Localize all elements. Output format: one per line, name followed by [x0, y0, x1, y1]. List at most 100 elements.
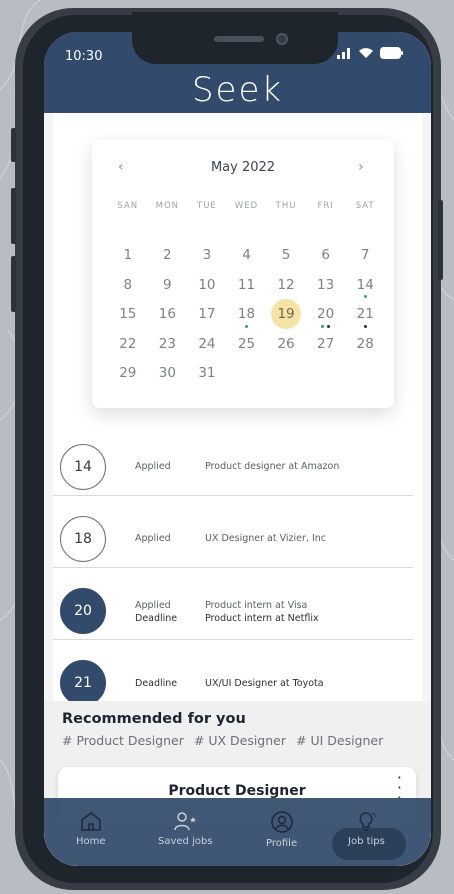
job-card-title: Product Designer: [168, 783, 306, 799]
calendar-day-number: 10: [198, 276, 216, 293]
calendar-day-number: 22: [119, 335, 137, 352]
calendar-day[interactable]: 29: [108, 358, 148, 388]
calendar-day[interactable]: 6: [306, 240, 346, 270]
calendar-day-number: 2: [163, 247, 172, 263]
calendar-day[interactable]: 2: [148, 240, 188, 270]
bottom-nav: Home Saved jobs Profile Job tips: [44, 798, 431, 866]
calendar-day-number: 28: [356, 335, 374, 352]
application-title: Product intern at Visa: [205, 600, 308, 611]
calendar-day[interactable]: 21: [345, 299, 385, 329]
calendar-day-number: 13: [317, 276, 335, 293]
weekday-label: SAT: [355, 201, 375, 211]
battery-icon: [380, 47, 403, 59]
nav-home[interactable]: Home: [76, 810, 106, 847]
weekday-label: FRI: [317, 201, 334, 211]
nav-profile[interactable]: Profile: [266, 810, 297, 849]
weekday-label: WED: [234, 201, 259, 211]
calendar-day[interactable]: 20: [306, 299, 346, 329]
day-circle: 21: [60, 660, 106, 706]
recommended-title: Recommended for you: [62, 711, 246, 727]
calendar-day[interactable]: 3: [187, 240, 227, 270]
lightbulb-icon: [359, 812, 377, 831]
calendar-day[interactable]: 14: [345, 270, 385, 300]
home-icon: [80, 811, 101, 831]
weekday-header: SAN MON TUE WED THU FRI SAT: [108, 201, 385, 211]
application-status: Applied: [135, 533, 171, 544]
calendar-day[interactable]: 4: [227, 240, 267, 270]
calendar-day[interactable]: 24: [187, 329, 227, 359]
calendar-day[interactable]: 27: [306, 329, 346, 359]
calendar-day[interactable]: 13: [306, 270, 346, 300]
calendar-day[interactable]: 1: [108, 240, 148, 270]
weekday-label: SAN: [117, 201, 139, 211]
volume-down-button: [11, 256, 16, 312]
power-button: [438, 200, 443, 280]
calendar-day[interactable]: 28: [345, 329, 385, 359]
calendar-day[interactable]: 11: [227, 270, 267, 300]
nav-label: Profile: [266, 838, 298, 849]
application-status: Applied: [135, 600, 171, 611]
calendar-day[interactable]: 18: [227, 299, 267, 329]
calendar-day[interactable]: 8: [108, 270, 148, 300]
event-dot: [363, 295, 367, 298]
calendar-day-number: 19: [271, 299, 302, 329]
calendar-day-number: 11: [237, 276, 256, 293]
application-row[interactable]: 14 Applied Product designer at Amazon: [53, 424, 413, 496]
calendar-day[interactable]: 10: [187, 270, 227, 300]
calendar-day-number: 7: [360, 247, 370, 263]
nav-job-tips[interactable]: Job tips: [348, 810, 385, 847]
calendar-day-number: 21: [356, 306, 374, 322]
application-row[interactable]: 20 Applied Product intern at Visa Deadli…: [53, 568, 413, 640]
calendar-day[interactable]: 7: [345, 240, 385, 270]
calendar-day-number: 5: [281, 247, 291, 263]
calendar-day[interactable]: 26: [266, 329, 306, 359]
application-status: Applied: [135, 461, 171, 472]
calendar-month-label: May 2022: [210, 160, 276, 175]
tag[interactable]: # Product Designer: [62, 733, 184, 748]
calendar-day-number: 12: [277, 276, 295, 293]
nav-label: Saved jobs: [158, 836, 213, 847]
calendar-day-number: 17: [198, 306, 216, 322]
calendar-day[interactable]: 12: [266, 270, 306, 300]
application-title: Product designer at Amazon: [205, 461, 340, 472]
calendar-day[interactable]: 23: [148, 329, 188, 359]
calendar: ‹ May 2022 › SAN MON TUE WED THU FRI SAT…: [92, 140, 394, 408]
wifi-icon: [359, 48, 373, 58]
application-title: Product intern at Netflix: [205, 613, 319, 624]
tag[interactable]: # UX Designer: [194, 733, 286, 748]
status-time: 10:30: [65, 49, 103, 64]
nav-saved-jobs[interactable]: Saved jobs: [158, 810, 213, 847]
calendar-day-number: 29: [119, 365, 137, 381]
event-dot: [244, 324, 248, 328]
day-circle: 14: [60, 444, 106, 490]
calendar-day[interactable]: 5: [266, 240, 306, 270]
calendar-day[interactable]: 30: [148, 358, 188, 388]
speaker: [214, 36, 264, 42]
calendar-days: 1 2 3 4 5 6 7 8 9 10 11 12 13 14 15 16 17 18 19 20 21 22 23 24 2…: [108, 240, 385, 388]
calendar-day[interactable]: 16: [148, 299, 188, 329]
application-row[interactable]: 18 Applied UX Designer at Vizier, Inc: [53, 496, 413, 568]
calendar-day[interactable]: 25: [227, 329, 267, 359]
calendar-day[interactable]: 31: [187, 358, 227, 388]
calendar-day-number: 23: [158, 335, 176, 352]
calendar-day-number: 14: [356, 276, 374, 293]
weekday-label: TUE: [197, 201, 217, 211]
chevron-right-icon[interactable]: ›: [358, 159, 364, 175]
tag[interactable]: # UI Designer: [296, 733, 383, 748]
calendar-day-number: 6: [321, 247, 330, 263]
application-title: UX/UI Designer at Toyota: [205, 678, 324, 689]
application-status: Deadline: [135, 678, 178, 689]
calendar-day-number: 9: [163, 276, 172, 293]
calendar-day[interactable]: 17: [187, 299, 227, 329]
calendar-day[interactable]: 22: [108, 329, 148, 359]
profile-icon: [270, 811, 293, 833]
day-circle: 20: [60, 588, 106, 634]
calendar-day-number: 25: [237, 335, 256, 352]
calendar-day[interactable]: 15: [108, 299, 148, 329]
calendar-day[interactable]: 19: [266, 299, 306, 329]
weekday-label: THU: [275, 201, 297, 211]
signal-icon: [337, 48, 350, 59]
calendar-day[interactable]: 9: [148, 270, 188, 300]
event-dot: [327, 324, 331, 328]
tag-list: # Product Designer # UX Designer # UI De…: [62, 733, 383, 748]
